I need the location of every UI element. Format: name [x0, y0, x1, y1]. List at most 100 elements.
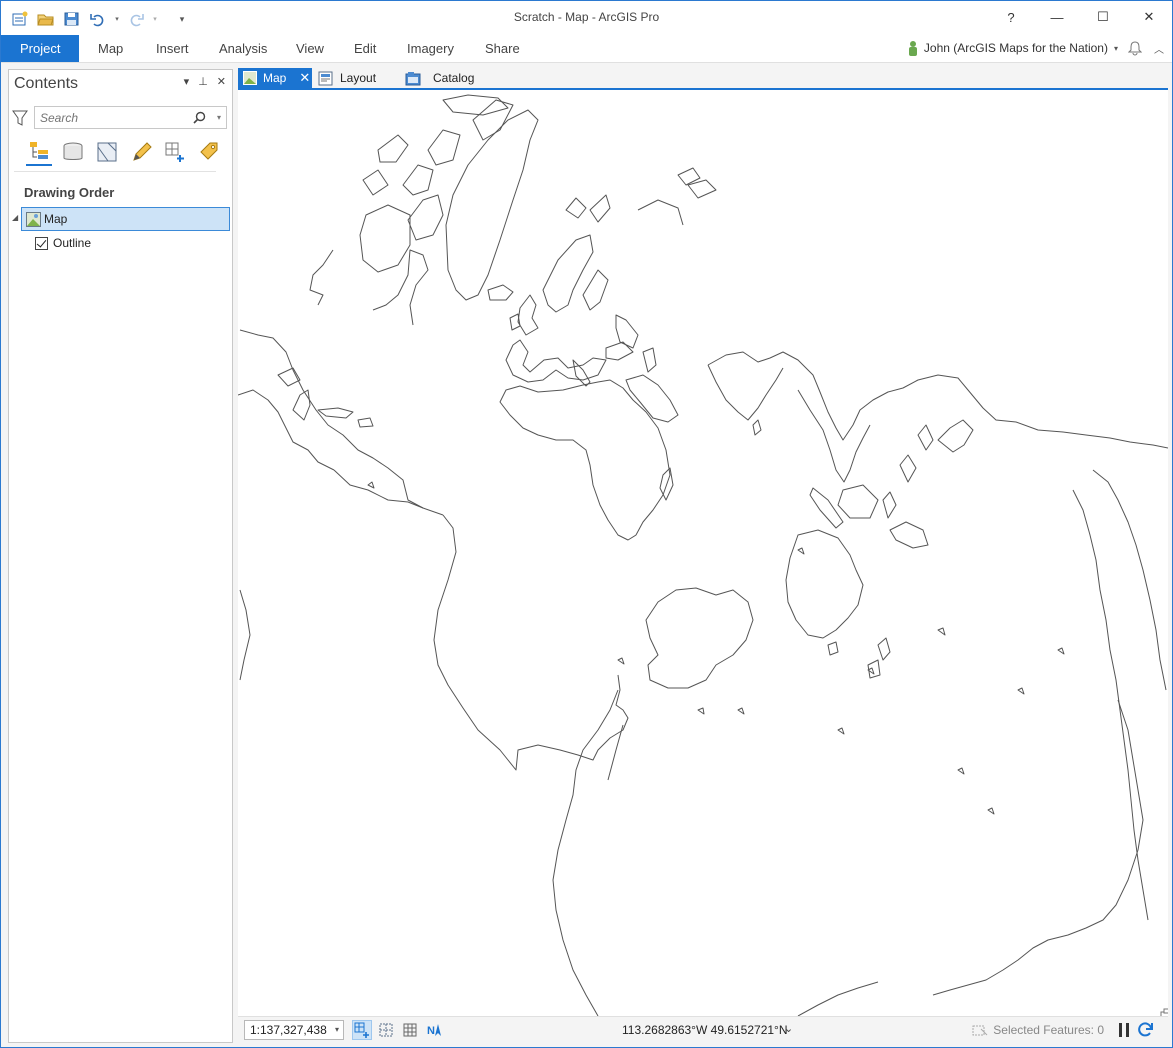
coast-korea [917, 424, 934, 451]
coast-far-east-detail [1072, 489, 1149, 921]
scale-value: 1:137,327,438 [250, 1023, 327, 1037]
pane-options-icon[interactable]: ▾ [184, 75, 190, 88]
coast-sulawesi [882, 491, 897, 519]
tree-item-outline[interactable]: Outline [35, 236, 91, 250]
arcgis-pro-window: ▾ ▾ ▾ Scratch - Map - ArcGIS Pro ? — ☐ ✕… [0, 0, 1173, 1048]
coast-japan [937, 419, 974, 453]
tab-map[interactable]: Map [98, 35, 123, 62]
contents-pane: Contents ▾ ⊥ ✕ ▾ [8, 69, 233, 1043]
chevron-down-icon: ▾ [334, 1025, 339, 1034]
coast-asia-main [707, 351, 1168, 449]
tab-analysis[interactable]: Analysis [219, 35, 267, 62]
maximize-button[interactable]: ☐ [1080, 1, 1126, 33]
map-icon [26, 212, 41, 230]
coast-hudson-bay [359, 204, 411, 273]
coast-alaska [309, 249, 334, 306]
minimize-button[interactable]: — [1034, 1, 1080, 33]
grid-snap-icon[interactable] [376, 1020, 396, 1040]
map-icon [243, 71, 257, 85]
close-button[interactable]: ✕ [1126, 1, 1172, 33]
list-by-selection-icon[interactable] [94, 138, 120, 166]
tab-view[interactable]: View [296, 35, 324, 62]
coast-arctic-island-6 [442, 94, 509, 116]
coast-sri-lanka [752, 419, 762, 436]
close-icon[interactable]: ✕ [217, 75, 226, 88]
coast-novaya-zemlya [589, 194, 611, 223]
coast-caspian [642, 347, 657, 373]
coast-hispaniola [357, 417, 374, 428]
coordinate-format-dropdown-icon[interactable]: ⌄ [784, 1022, 793, 1035]
coast-russia-north [637, 179, 717, 226]
pin-icon[interactable]: ⊥ [198, 75, 208, 88]
list-by-editing-icon[interactable] [128, 138, 154, 166]
layout-icon [318, 71, 333, 85]
contents-view-toolbar [26, 138, 222, 166]
help-button[interactable]: ? [988, 1, 1034, 33]
scale-selector[interactable]: 1:137,327,438 ▾ [244, 1020, 344, 1040]
collapse-ribbon-icon[interactable]: ︿ [1154, 41, 1164, 56]
coast-cuba [317, 407, 354, 419]
pause-drawing-icon[interactable] [1118, 1022, 1130, 1041]
search-input[interactable] [35, 107, 185, 128]
tab-edit[interactable]: Edit [354, 35, 376, 62]
coast-finland [582, 269, 609, 311]
list-by-drawing-order-icon[interactable] [26, 138, 52, 166]
coordinate-readout[interactable]: 113.2682863°W 49.6152721°N [622, 1023, 788, 1037]
map-view[interactable] [238, 90, 1168, 1016]
user-account[interactable]: John (ArcGIS Maps for the Nation) ▾ [908, 40, 1118, 56]
list-by-data-source-icon[interactable] [60, 138, 86, 166]
coast-florida [292, 389, 311, 421]
tab-insert[interactable]: Insert [156, 35, 189, 62]
chevron-down-icon: ▾ [1113, 43, 1118, 53]
coast-indochina [797, 389, 871, 483]
tab-layout-label: Layout [340, 71, 377, 85]
coast-africa [499, 379, 671, 541]
search-dropdown-icon[interactable]: ▾ [217, 113, 221, 122]
list-by-snapping-icon[interactable] [162, 138, 188, 166]
coast-greenland [445, 109, 539, 301]
coast-west-americas [239, 589, 251, 681]
coast-bottom-edge [797, 981, 879, 1016]
tab-map-view[interactable]: Map ✕ [238, 68, 312, 88]
outline-layer-label: Outline [53, 236, 92, 250]
world-coastline-map [238, 94, 1168, 1016]
tab-catalog-view[interactable]: Catalog [405, 68, 474, 88]
list-by-labeling-icon[interactable] [196, 138, 222, 166]
window-controls: ? — ☐ ✕ [988, 1, 1172, 33]
tab-layout-view[interactable]: Layout [318, 68, 376, 88]
coast-arctic-island-1 [407, 194, 444, 241]
coast-arctic-island-4 [427, 129, 461, 166]
coast-svalbard [565, 197, 587, 219]
tree-item-map[interactable]: Map [21, 207, 230, 231]
selected-features-indicator[interactable]: Selected Features: 0 [972, 1023, 1104, 1037]
north-arrow-icon[interactable]: N [424, 1020, 444, 1040]
coast-black-sea [605, 341, 634, 361]
tab-imagery[interactable]: Imagery [407, 35, 454, 62]
notifications-bell-icon[interactable] [1127, 41, 1143, 59]
title-bar: ▾ ▾ ▾ Scratch - Map - ArcGIS Pro ? — ☐ ✕ [1, 1, 1172, 35]
refresh-icon[interactable] [1137, 1021, 1154, 1041]
collapse-arrow-icon[interactable]: ◢ [12, 213, 18, 222]
coast-south-america [433, 514, 629, 771]
tab-catalog-label: Catalog [433, 71, 475, 85]
coast-central-america [333, 469, 424, 509]
coast-far-east-america [1092, 469, 1167, 691]
map-item-label: Map [44, 212, 68, 226]
coast-new-guinea [889, 521, 929, 549]
filter-icon[interactable] [12, 109, 28, 130]
tab-share[interactable]: Share [485, 35, 520, 62]
catalog-icon [405, 71, 421, 85]
outline-visibility-checkbox[interactable] [35, 236, 48, 250]
tab-project[interactable]: Project [1, 35, 80, 62]
table-grid-icon[interactable] [400, 1020, 420, 1040]
search-icon[interactable] [193, 111, 206, 127]
coast-north-america-east [239, 329, 444, 516]
coast-iceland [487, 284, 514, 301]
view-tabs: Map ✕ Layout Catalog ▲ [238, 68, 1171, 148]
pane-title: Contents [14, 75, 79, 92]
snapping-icon[interactable] [352, 1020, 372, 1040]
close-tab-icon[interactable]: ✕ [299, 70, 310, 86]
coast-north-america-gulf [238, 389, 335, 471]
search-box[interactable]: ▾ [34, 106, 227, 129]
coast-europe-south [505, 339, 607, 383]
